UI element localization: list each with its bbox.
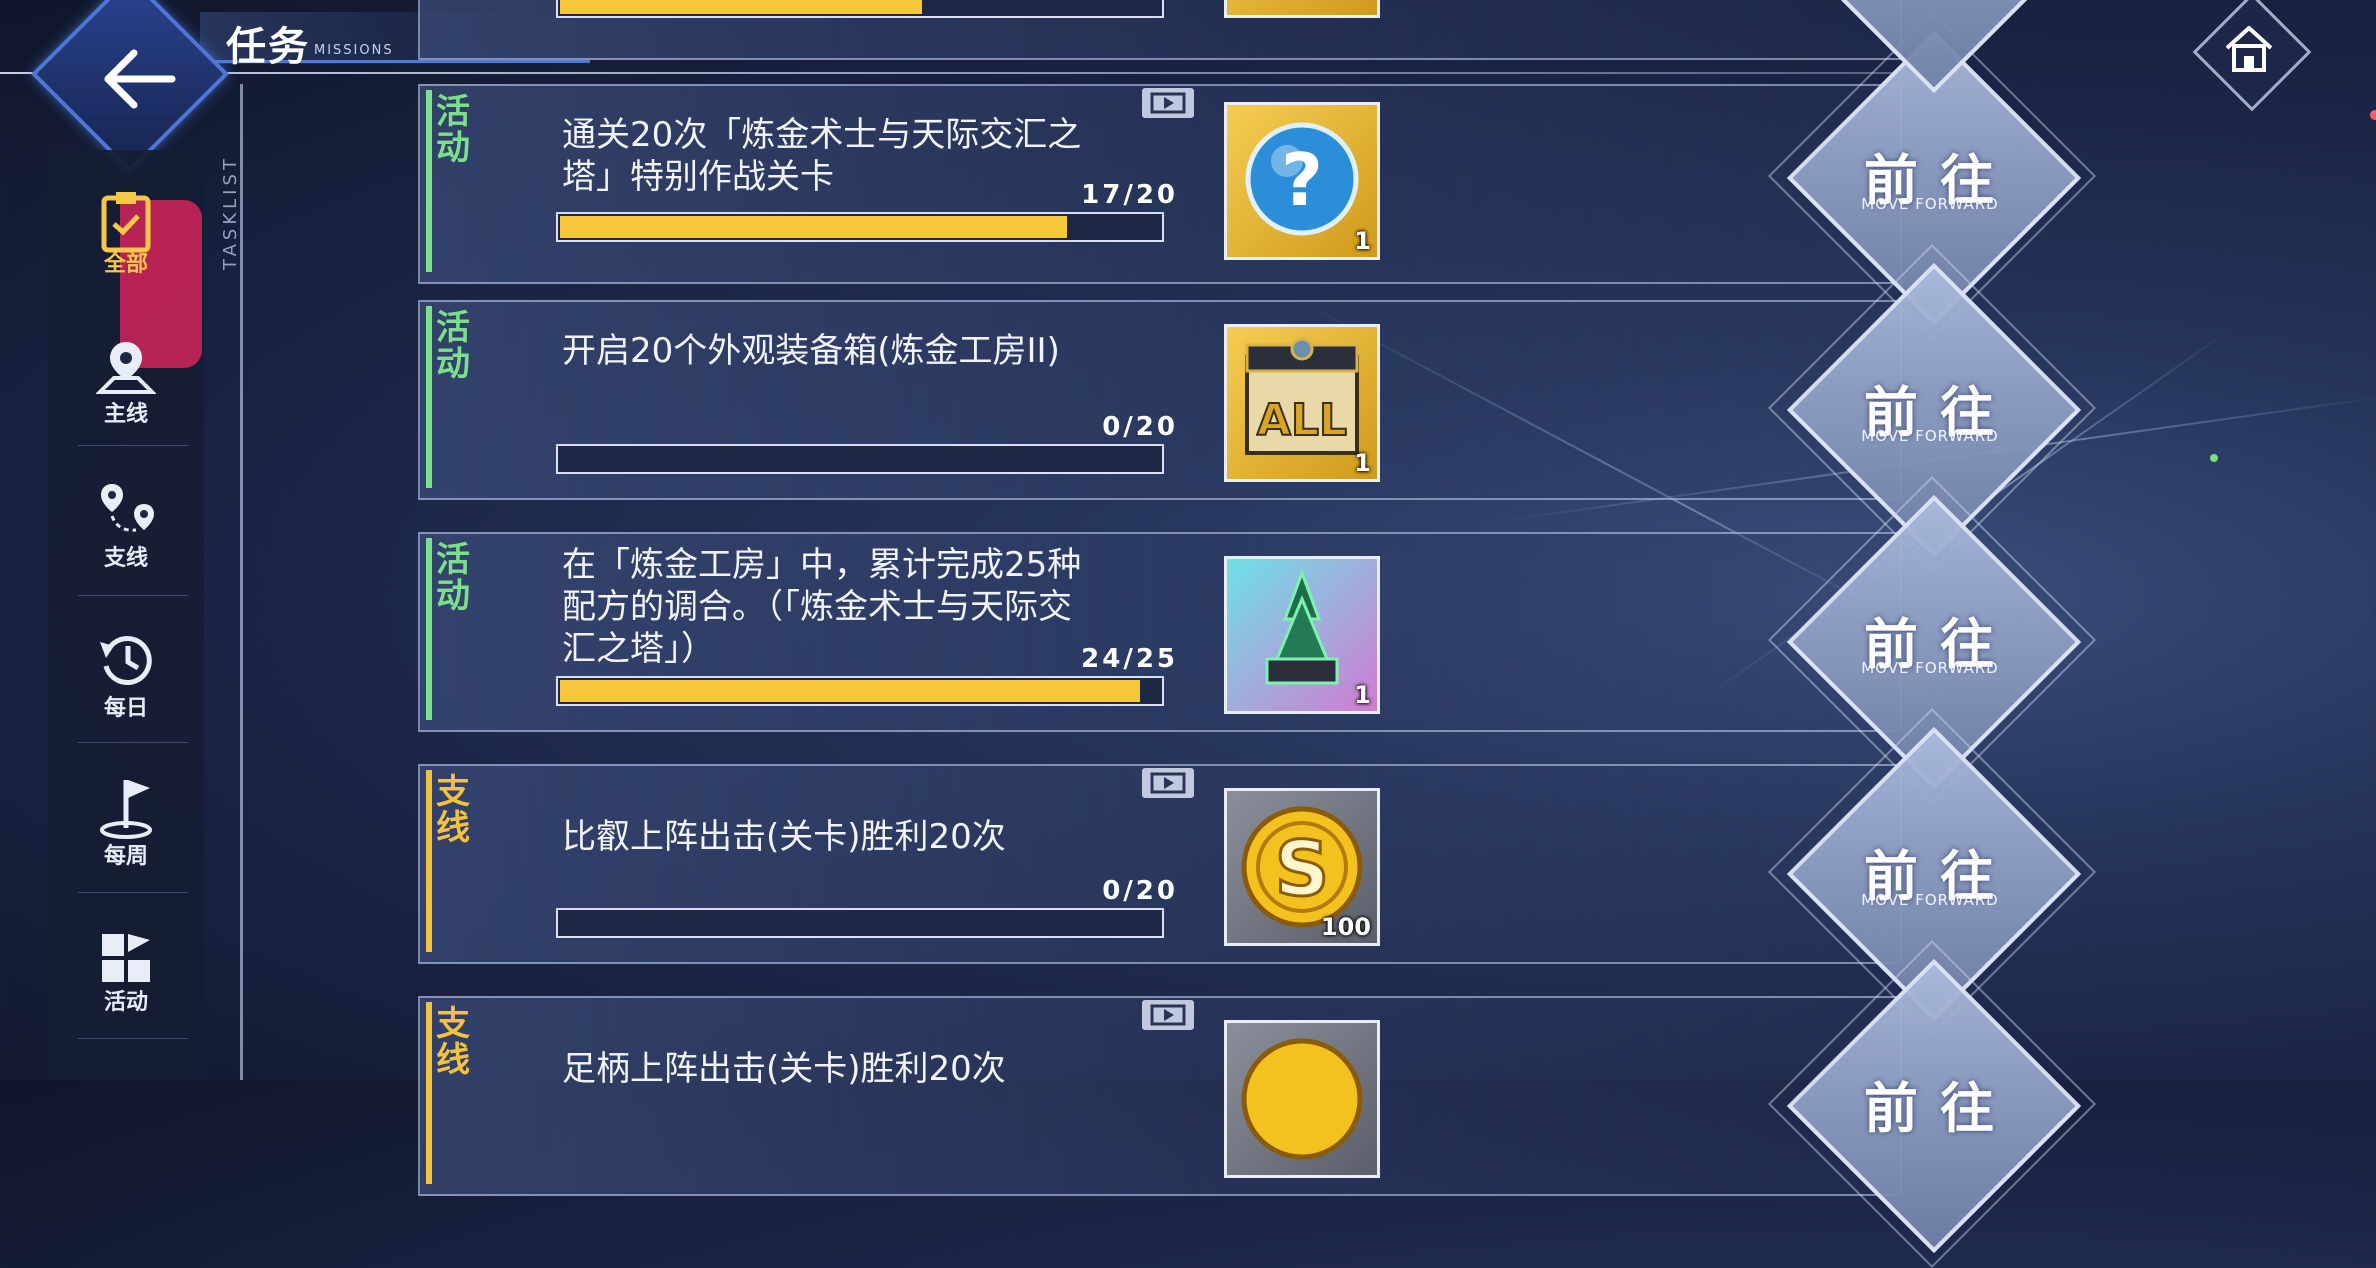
tag-bar: [426, 1002, 432, 1184]
route-pins-icon: [101, 484, 154, 532]
sidebar-item-label: 全部: [103, 252, 148, 277]
background-glow-dot: [2210, 454, 2218, 462]
go-button-sublabel: MOVE FORWARD: [1861, 659, 1999, 677]
sidebar-item-daily[interactable]: 每日: [48, 632, 204, 780]
tag-bar: [426, 90, 432, 272]
back-arrow-icon[interactable]: [94, 34, 184, 124]
video-replay-icon[interactable]: [1140, 998, 1196, 1032]
tag-bar: [426, 306, 432, 488]
progress-bar: [556, 444, 1164, 474]
reward-item[interactable]: S 100: [1224, 788, 1380, 946]
grid-flag-icon: [102, 934, 150, 982]
mission-tag: 支线: [436, 772, 470, 848]
mission-card: 支线 足柄上阵出击(关卡)胜利20次: [418, 996, 1902, 1196]
title-divider: [0, 72, 1900, 74]
tag-bar: [426, 538, 432, 720]
progress-text: 0/20: [1102, 876, 1178, 906]
progress-fill: [560, 680, 1140, 702]
mission-description: 比叡上阵出击(关卡)胜利20次: [562, 817, 1006, 857]
sidebar-item-label: 主线: [103, 402, 148, 427]
mission-tag: 支线: [436, 1004, 470, 1080]
sidebar-item-label: 每日: [103, 696, 148, 721]
mission-card: 活动 在「炼金工房」中，累计完成25种配方的调合。（「炼金术士与天际交汇之塔」）…: [418, 532, 1902, 732]
go-button-sublabel: MOVE FORWARD: [1861, 891, 1999, 909]
progress-text: 0/20: [1102, 412, 1178, 442]
svg-text:?: ?: [1281, 138, 1323, 222]
mission-card-partial: [418, 0, 1902, 60]
map-pin-icon: [96, 342, 156, 394]
reward-count: 100: [1320, 913, 1371, 941]
progress-bar: [556, 212, 1164, 242]
sidebar-item-weekly[interactable]: 每周: [48, 772, 204, 920]
mission-tag: 活动: [436, 540, 470, 616]
mission-description: 足柄上阵出击(关卡)胜利20次: [562, 1049, 1006, 1089]
sidebar-item-label: 每周: [103, 844, 148, 869]
progress-text: 24/25: [1081, 644, 1178, 674]
sidebar-item-main[interactable]: 主线: [48, 330, 204, 478]
page-title: 任务: [226, 24, 310, 70]
sidebar-separator: [78, 445, 188, 446]
clipboard-icon: [101, 192, 151, 253]
page-subtitle: MISSIONS: [314, 43, 394, 58]
progress-text: 17/20: [1081, 180, 1178, 210]
sidebar-item-label: 活动: [103, 990, 148, 1015]
mission-tag: 活动: [436, 92, 470, 168]
sidebar-item-side[interactable]: 支线: [48, 478, 204, 626]
sidebar-item-label: 支线: [103, 546, 148, 571]
video-replay-icon[interactable]: [1140, 86, 1196, 120]
svg-text:ALL: ALL: [1257, 395, 1347, 446]
gold-coin-icon: [1241, 1038, 1363, 1160]
sidebar-separator: [78, 742, 188, 743]
svg-text:S: S: [1275, 824, 1330, 913]
go-button-sublabel: MOVE FORWARD: [1861, 195, 1999, 213]
home-icon[interactable]: [2218, 18, 2280, 80]
progress-bar: [556, 0, 1164, 18]
reward-count: 1: [1354, 227, 1371, 255]
mission-description: 开启20个外观装备箱(炼金工房II): [562, 331, 1060, 371]
reward-item[interactable]: ? 1: [1224, 102, 1380, 260]
progress-bar: [556, 908, 1164, 938]
sidebar-separator: [78, 892, 188, 893]
reward-item[interactable]: [1224, 1020, 1380, 1178]
mission-card: 支线 比叡上阵出击(关卡)胜利20次 0/20 S 100: [418, 764, 1902, 964]
tag-bar: [426, 770, 432, 952]
mission-tag: 活动: [436, 308, 470, 384]
sidebar-item-event[interactable]: 活动: [48, 922, 204, 1070]
sidebar-separator: [78, 595, 188, 596]
go-button-label[interactable]: 前往: [1840, 1064, 2040, 1143]
history-clock-icon: [100, 636, 152, 685]
video-replay-icon[interactable]: [1140, 766, 1196, 800]
reward-item[interactable]: 1: [1224, 556, 1380, 714]
sidebar-separator: [78, 1038, 188, 1039]
background-glow-dot: [2370, 110, 2376, 120]
reward-count: 1: [1354, 681, 1371, 709]
reward-count: 1: [1354, 449, 1371, 477]
progress-fill: [560, 216, 1068, 238]
flag-icon: [100, 780, 152, 839]
sidebar-item-all[interactable]: 全部: [48, 180, 204, 328]
mission-card: 活动 通关20次「炼金术士与天际交汇之塔」特别作战关卡 17/20 ? 1: [418, 84, 1902, 284]
mission-card: 活动 开启20个外观装备箱(炼金工房II) 0/20 ALL 1: [418, 300, 1902, 500]
reward-item[interactable]: ALL 1: [1224, 324, 1380, 482]
reward-item[interactable]: [1224, 0, 1380, 18]
progress-bar: [556, 676, 1164, 706]
tasklist-label: TASKLIST: [220, 155, 241, 270]
go-button-sublabel: MOVE FORWARD: [1861, 427, 1999, 445]
